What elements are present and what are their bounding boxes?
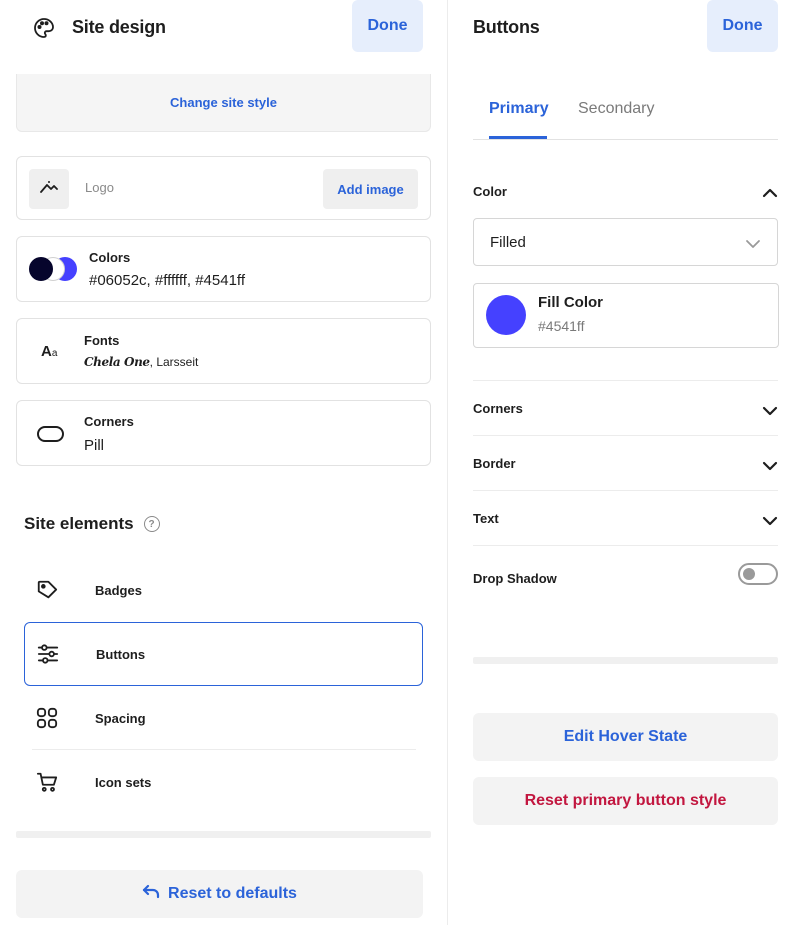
chevron-down-icon (745, 236, 761, 253)
site-element-label: Spacing (95, 710, 146, 726)
divider (473, 490, 778, 491)
chevron-down-icon[interactable] (762, 403, 778, 421)
fonts-title: Fonts (84, 333, 120, 348)
edit-hover-state-button[interactable]: Edit Hover State (473, 713, 778, 761)
border-accordion-title[interactable]: Border (473, 456, 516, 471)
toggle-knob (743, 568, 755, 580)
text-accordion-title[interactable]: Text (473, 511, 499, 526)
site-element-label: Buttons (96, 646, 146, 662)
logo-placeholder (29, 169, 69, 209)
corners-value: Pill (84, 437, 105, 454)
site-elements-title: Site elements (24, 514, 134, 533)
done-button[interactable]: Done (352, 0, 423, 52)
active-tab-indicator (489, 136, 547, 139)
reset-to-defaults-button[interactable]: Reset to defaults (16, 870, 423, 918)
tab-divider (473, 139, 778, 140)
chevron-down-icon[interactable] (762, 458, 778, 476)
divider (473, 380, 778, 381)
reset-primary-button-style-button[interactable]: Reset primary button style (473, 777, 778, 825)
buttons-panel: Buttons Done Primary Secondary Color Fil… (449, 0, 792, 925)
font-icon: Aa (41, 343, 58, 360)
fill-color-picker[interactable]: Fill Color #4541ff (473, 283, 779, 348)
color-swatches (29, 257, 79, 283)
section-separator (473, 657, 778, 664)
color-swatch-1 (29, 257, 53, 281)
palette-icon (32, 16, 56, 45)
divider (473, 545, 778, 546)
site-element-icon-sets[interactable]: Icon sets (24, 750, 423, 814)
tab-secondary[interactable]: Secondary (578, 100, 655, 118)
sliders-icon (37, 643, 87, 665)
cart-icon (36, 771, 86, 793)
pill-shape-icon (37, 426, 64, 442)
chevron-up-icon[interactable] (762, 185, 778, 203)
color-accordion-title[interactable]: Color (473, 184, 507, 199)
tab-primary[interactable]: Primary (489, 100, 549, 118)
reset-to-defaults-label: Reset to defaults (168, 885, 297, 902)
fill-color-title: Fill Color (538, 294, 603, 311)
body-font-name: Larsseit (156, 355, 199, 369)
logo-label: Logo (85, 180, 114, 195)
done-button[interactable]: Done (707, 0, 778, 52)
fill-type-select[interactable]: Filled (473, 218, 778, 266)
chevron-down-icon[interactable] (762, 513, 778, 531)
heading-font-name: Chela One (84, 355, 150, 369)
change-site-style-button[interactable]: Change site style (16, 74, 431, 132)
colors-title: Colors (89, 250, 131, 265)
help-icon[interactable]: ? (143, 516, 160, 532)
corners-title: Corners (84, 414, 134, 429)
fill-color-swatch (486, 295, 526, 335)
site-design-panel: Site design Done Change site style Logo … (0, 0, 448, 925)
divider (473, 435, 778, 436)
fill-type-value: Filled (490, 233, 526, 251)
logo-card[interactable]: Logo Add image (16, 156, 431, 220)
corners-accordion-title[interactable]: Corners (473, 401, 523, 416)
colors-value: #06052c, #ffffff, #4541ff (89, 272, 245, 289)
site-element-buttons[interactable]: Buttons (24, 622, 423, 686)
site-element-label: Icon sets (95, 774, 152, 790)
site-element-label: Badges (95, 582, 142, 598)
site-element-spacing[interactable]: Spacing (24, 686, 423, 750)
panel-title: Buttons (473, 17, 540, 37)
fill-color-value: #4541ff (538, 318, 585, 334)
site-elements-heading: Site elements ? (24, 514, 160, 534)
drop-shadow-label: Drop Shadow (473, 571, 557, 586)
colors-card[interactable]: Colors #06052c, #ffffff, #4541ff (16, 236, 431, 302)
tag-icon (36, 579, 86, 601)
corners-card[interactable]: Corners Pill (16, 400, 431, 466)
fonts-value: Chela One, Larsseit (84, 355, 198, 369)
site-element-badges[interactable]: Badges (24, 558, 423, 622)
undo-icon (142, 884, 160, 905)
panel-title: Site design (72, 17, 166, 37)
font-separator: , (149, 355, 153, 369)
grid-icon (36, 707, 86, 729)
drop-shadow-toggle[interactable] (738, 563, 778, 585)
fonts-card[interactable]: Aa Fonts Chela One, Larsseit (16, 318, 431, 384)
section-separator (16, 831, 431, 838)
image-icon (40, 180, 58, 199)
add-image-button[interactable]: Add image (323, 169, 418, 209)
